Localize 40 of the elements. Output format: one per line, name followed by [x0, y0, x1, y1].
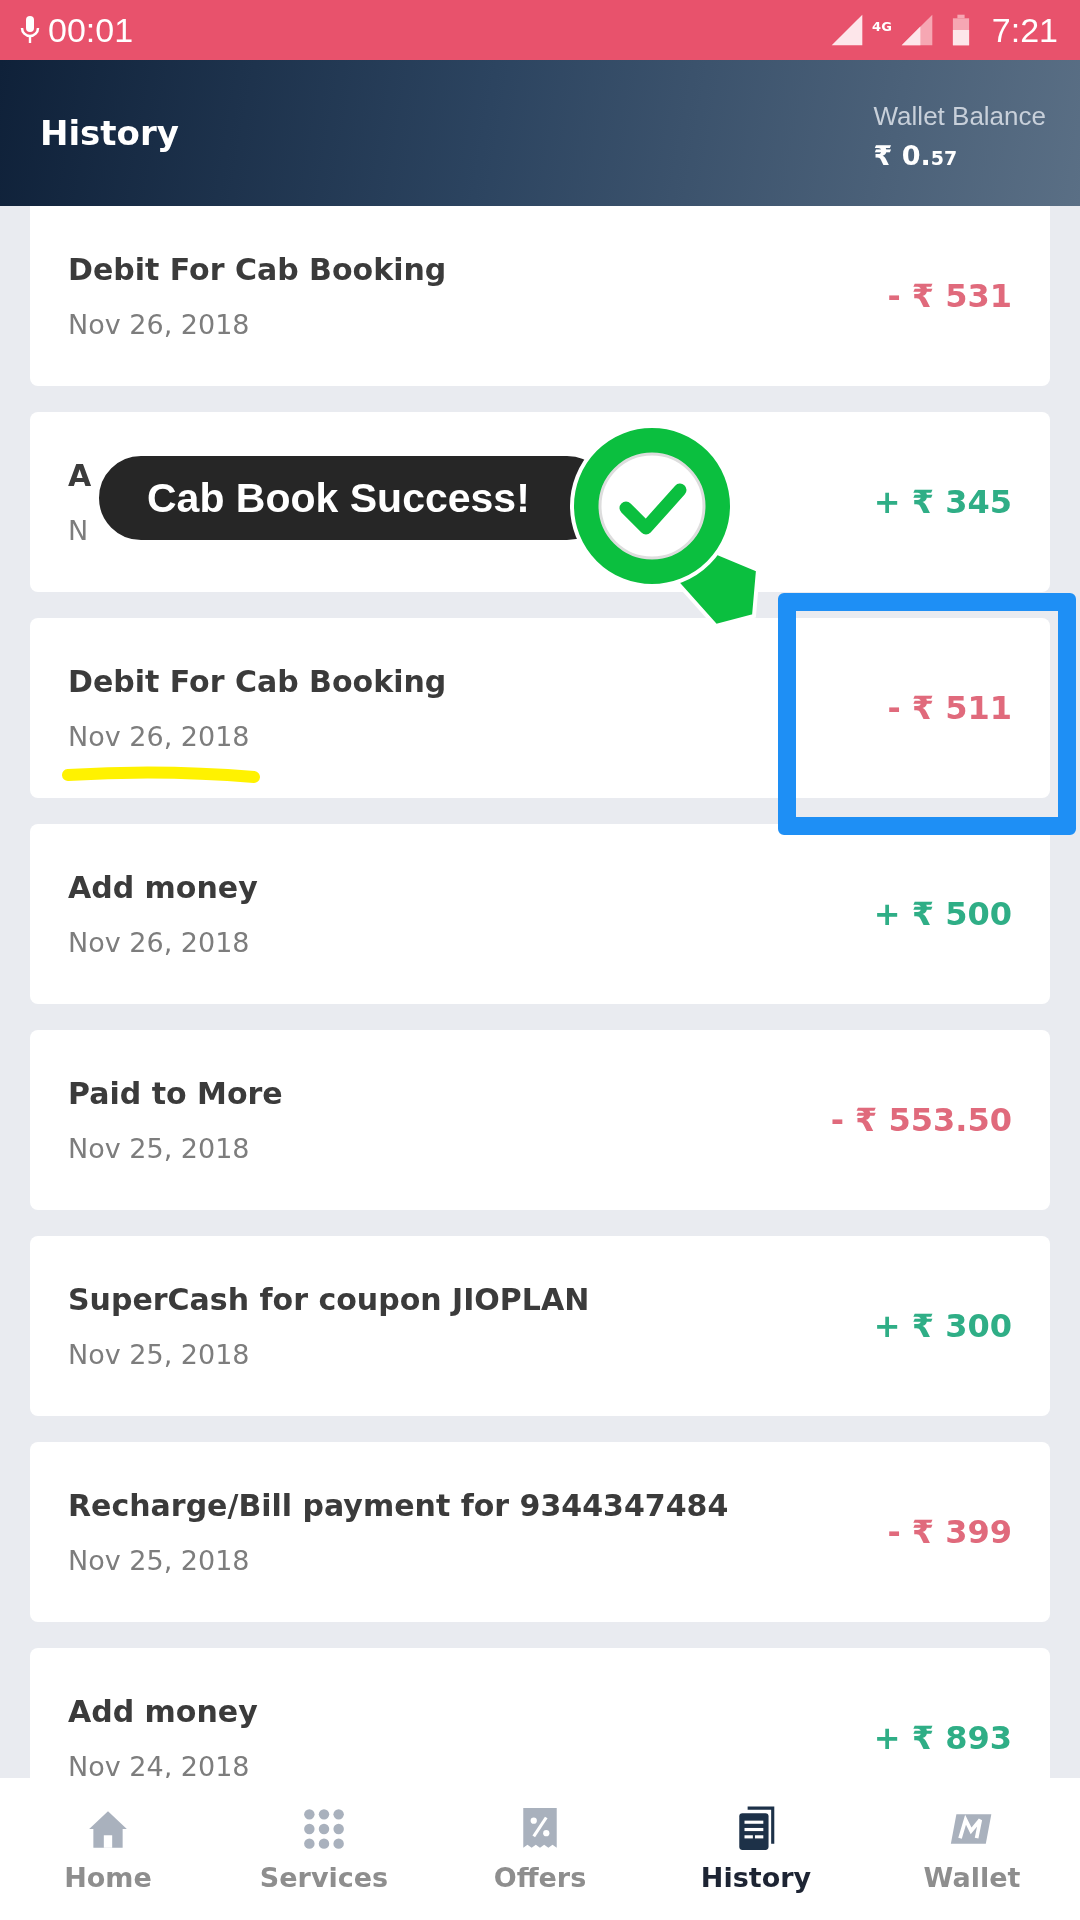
transaction-amount: - ₹ 399 — [887, 1513, 1012, 1551]
wallet-balance-label: Wallet Balance — [873, 101, 1046, 132]
transaction-amount: + ₹ 345 — [873, 483, 1012, 521]
transaction-amount: - ₹ 511 — [887, 689, 1012, 727]
transaction-title: Add money — [68, 870, 258, 905]
wallet-balance-amount: ₹ 0.57 — [873, 140, 959, 171]
transaction-amount: - ₹ 553.50 — [830, 1101, 1012, 1139]
transaction-date: Nov 26, 2018 — [68, 927, 251, 958]
transaction-title: Paid to More — [68, 1076, 283, 1111]
transaction-card[interactable]: Paid to More Nov 25, 2018 - ₹ 553.50 — [30, 1030, 1050, 1210]
transaction-date: Nov 25, 2018 — [68, 1545, 251, 1576]
transaction-title: SuperCash for coupon JIOPLAN — [68, 1282, 590, 1317]
recording-time: 00:01 — [48, 10, 134, 50]
signal-icon — [899, 13, 934, 47]
page-title: History — [40, 113, 179, 153]
transaction-date: Nov 25, 2018 — [68, 1133, 251, 1164]
transaction-card[interactable]: Recharge/Bill payment for 9344347484 Nov 25, 2018 - ₹ 399 — [30, 1442, 1050, 1622]
transaction-title: Debit For Cab Booking — [68, 664, 447, 699]
transaction-date: Nov 26, 2018 — [68, 309, 251, 340]
transaction-card[interactable]: SuperCash for coupon JIOPLAN Nov 25, 2018 + ₹ 300 — [30, 1236, 1050, 1416]
signal-icon — [830, 13, 865, 47]
transaction-card[interactable]: Debit For Cab Booking Nov 26, 2018 - ₹ 531 — [30, 206, 1050, 386]
battery-icon — [951, 13, 970, 47]
microphone-icon — [20, 15, 40, 45]
transaction-date: Nov 25, 2018 — [68, 1339, 251, 1370]
transaction-amount: + ₹ 500 — [873, 895, 1012, 933]
transaction-amount: + ₹ 300 — [873, 1307, 1012, 1345]
transaction-card[interactable]: Debit For Cab Booking Nov 26, 2018 - ₹ 511 — [30, 618, 1050, 798]
transaction-amount: - ₹ 531 — [887, 277, 1012, 315]
clock: 7:21 — [991, 10, 1058, 50]
transaction-title: Recharge/Bill payment for 9344347484 — [68, 1488, 729, 1523]
transaction-date: N — [68, 515, 90, 546]
transaction-title: Debit For Cab Booking — [68, 252, 447, 287]
nav-tab[interactable]: History — [666, 1805, 846, 1893]
network-type: 4G — [872, 18, 892, 34]
transaction-amount: + ₹ 893 — [873, 1719, 1012, 1757]
transaction-date: Nov 26, 2018 — [68, 721, 251, 752]
transaction-title: A — [68, 458, 92, 493]
transaction-card[interactable]: Add money Nov 26, 2018 + ₹ 500 — [30, 824, 1050, 1004]
transaction-title: Add money — [68, 1694, 258, 1729]
